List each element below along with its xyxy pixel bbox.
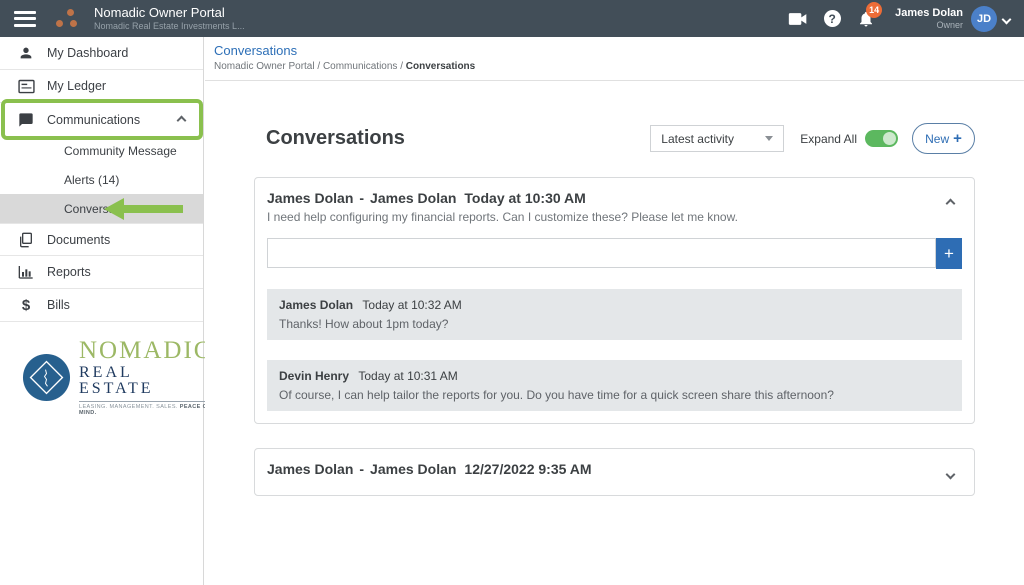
- ledger-icon: [16, 79, 36, 94]
- chevron-down-icon: [945, 469, 956, 480]
- portal-subtitle: Nomadic Real Estate Investments L...: [94, 20, 245, 31]
- main-content: Conversations Nomadic Owner Portal / Com…: [205, 37, 1024, 585]
- expand-all-toggle[interactable]: [865, 130, 898, 147]
- user-menu-button[interactable]: [1001, 10, 1012, 28]
- chevron-down-icon: [1001, 14, 1012, 24]
- portal-title: Nomadic Owner Portal: [94, 4, 225, 20]
- logo-line2: REAL ESTATE: [79, 365, 213, 402]
- notification-count-badge: 14: [866, 2, 883, 18]
- top-header: Nomadic Owner Portal Nomadic Real Estate…: [0, 0, 1024, 37]
- conversation-title: James Dolan - James Dolan Today at 10:30 AM: [267, 190, 586, 206]
- sidebar-item-reports[interactable]: Reports: [0, 256, 203, 289]
- sidebar-item-label: Bills: [47, 298, 70, 312]
- logo-line1: NOMADIC: [79, 337, 213, 364]
- caret-down-icon: [765, 136, 774, 141]
- breadcrumb-segment[interactable]: Communications: [323, 61, 397, 72]
- sidebar-item-label: Communications: [47, 112, 141, 127]
- send-reply-button[interactable]: +: [936, 238, 962, 269]
- sort-dropdown[interactable]: Latest activity: [650, 125, 785, 152]
- reply-input[interactable]: [267, 238, 936, 268]
- message-bubble: James Dolan Today at 10:32 AM Thanks! Ho…: [267, 289, 962, 340]
- plus-icon: +: [953, 130, 962, 147]
- breadcrumb-separator: /: [317, 61, 321, 72]
- user-name: James Dolan: [895, 6, 963, 19]
- video-icon: [788, 12, 808, 26]
- avatar[interactable]: JD: [971, 5, 997, 32]
- message-author: Devin Henry: [279, 369, 350, 383]
- user-role: Owner: [936, 19, 963, 30]
- logo-seal-icon: [22, 353, 71, 402]
- notifications-button[interactable]: 14: [849, 0, 883, 37]
- sidebar-item-documents[interactable]: Documents: [0, 223, 203, 256]
- sidebar-item-label: Reports: [47, 265, 91, 279]
- chat-icon: [16, 112, 36, 128]
- help-button[interactable]: ?: [815, 0, 849, 37]
- logo-tagline: LEASING. MANAGEMENT. SALES. PEACE OF MIN…: [79, 404, 212, 416]
- hamburger-menu-icon[interactable]: [14, 10, 36, 27]
- conversation-title: James Dolan - James Dolan 12/27/2022 9:35 A…: [267, 461, 592, 477]
- plus-icon: +: [944, 243, 954, 263]
- sidebar-item-communications[interactable]: Communications: [0, 99, 203, 140]
- sidebar-item-label: Documents: [47, 232, 111, 247]
- bar-chart-icon: [16, 265, 36, 279]
- sidebar-nav: My Dashboard My Ledger Communications Co…: [0, 37, 213, 585]
- message-text: Of course, I can help tailor the reports…: [279, 388, 834, 402]
- expand-all-label: Expand All: [800, 131, 857, 146]
- expand-conversation-button[interactable]: [945, 465, 956, 483]
- message-author: James Dolan: [279, 298, 354, 312]
- sidebar-item-bills[interactable]: $ Bills: [0, 289, 203, 322]
- sidebar-item-label: Community Message: [64, 143, 177, 158]
- sidebar-item-label: My Ledger: [47, 79, 107, 93]
- breadcrumb-segment[interactable]: Nomadic Owner Portal: [214, 61, 315, 72]
- page-title: Conversations: [266, 127, 405, 149]
- message-time: Today at 10:31 AM: [358, 369, 458, 383]
- app-dots-logo-icon: [54, 8, 80, 30]
- conversation-preview: I need help configuring my financial rep…: [267, 210, 738, 224]
- chevron-up-icon: [176, 111, 187, 129]
- sidebar-item-community-message[interactable]: Community Message: [0, 136, 203, 165]
- message-time: Today at 10:32 AM: [362, 298, 462, 312]
- sidebar-item-label: Alerts (14): [64, 172, 120, 187]
- conversation-card: James Dolan - James Dolan 12/27/2022 9:35 A…: [254, 448, 975, 496]
- message-text: Thanks! How about 1pm today?: [279, 317, 449, 331]
- help-icon: ?: [823, 10, 841, 27]
- video-call-button[interactable]: [781, 0, 815, 37]
- person-icon: [16, 45, 36, 61]
- sidebar-item-my-dashboard[interactable]: My Dashboard: [0, 37, 203, 70]
- toggle-knob: [883, 132, 896, 145]
- conversation-timestamp: Today at 10:30 AM: [464, 190, 586, 206]
- sidebar-item-label: My Dashboard: [47, 46, 129, 60]
- sidebar-item-label: Conversations: [64, 201, 141, 216]
- company-logo: NOMADIC REAL ESTATE LEASING. MANAGEMENT.…: [0, 334, 213, 416]
- documents-icon: [16, 232, 36, 248]
- conversation-timestamp: 12/27/2022 9:35 AM: [464, 461, 592, 477]
- chevron-up-icon: [945, 198, 956, 209]
- sidebar-item-my-ledger[interactable]: My Ledger: [0, 70, 203, 103]
- sidebar-item-conversations[interactable]: Conversations: [0, 194, 203, 223]
- sidebar-item-alerts[interactable]: Alerts (14): [0, 165, 203, 194]
- breadcrumb-page-link[interactable]: Conversations: [214, 43, 1024, 58]
- conversation-card: James Dolan - James Dolan Today at 10:30 AM…: [254, 177, 975, 424]
- dollar-icon: $: [21, 296, 31, 314]
- breadcrumb-current: Conversations: [405, 61, 476, 72]
- message-bubble: Devin Henry Today at 10:31 AM Of course,…: [267, 360, 962, 411]
- collapse-conversation-button[interactable]: [945, 194, 956, 212]
- breadcrumb-separator: /: [400, 61, 403, 72]
- new-conversation-button[interactable]: New +: [912, 123, 975, 154]
- sort-dropdown-value: Latest activity: [661, 131, 734, 146]
- breadcrumb: Conversations Nomadic Owner Portal / Com…: [205, 37, 1024, 81]
